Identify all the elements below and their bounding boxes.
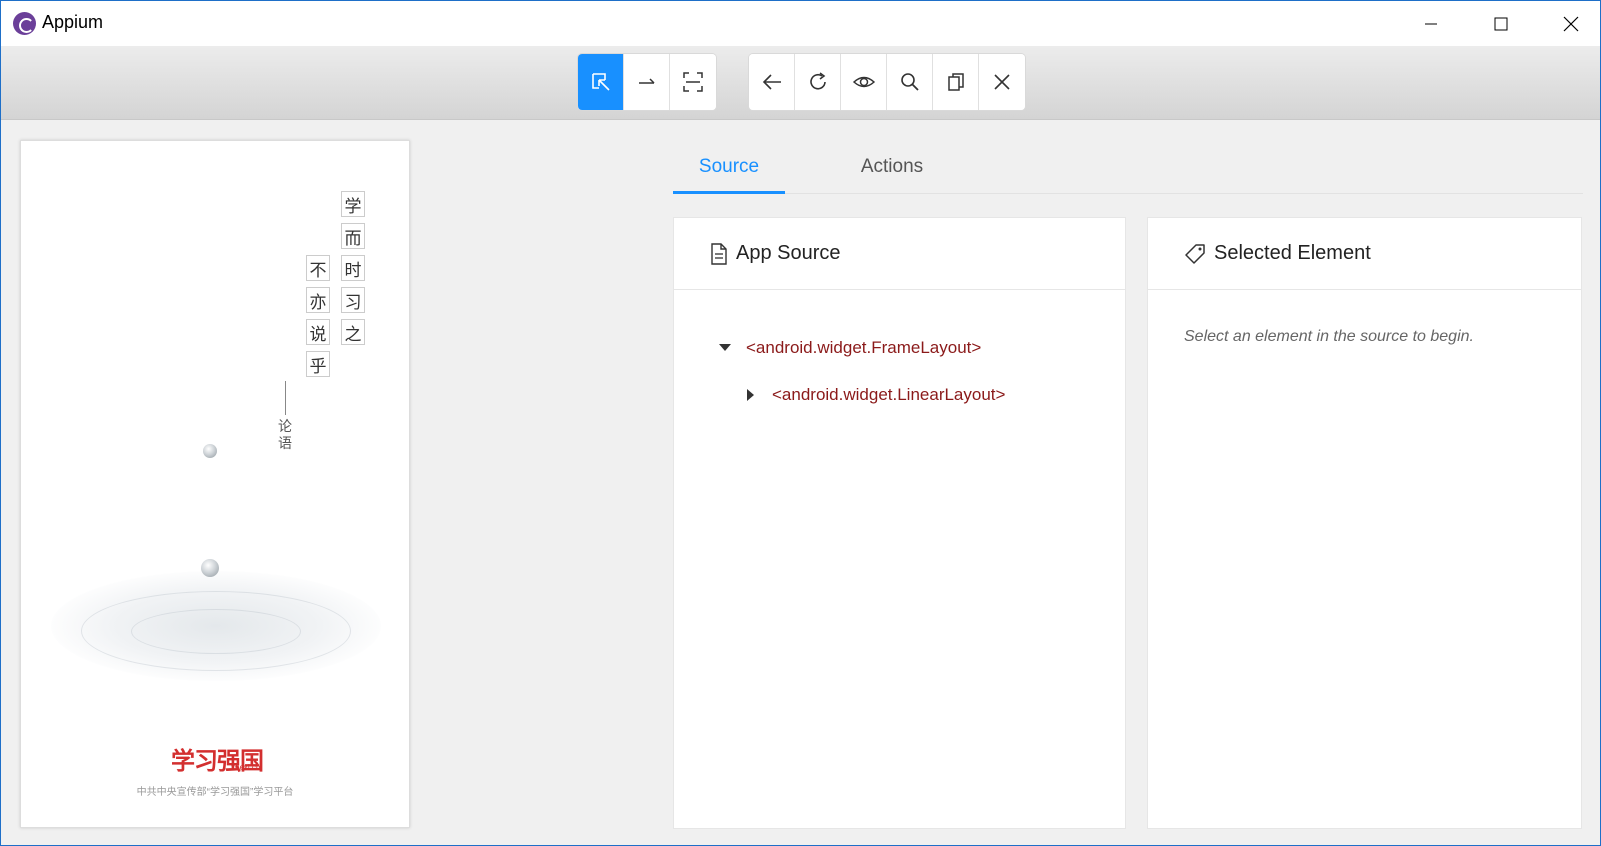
app-source-panel: App Source <android.widget.FrameLayout> …: [673, 217, 1126, 829]
water-drop-small: [203, 444, 217, 458]
tree-node-label[interactable]: <android.widget.LinearLayout>: [772, 385, 1005, 405]
tag-icon: [1184, 243, 1206, 265]
water-drop: [201, 559, 219, 577]
swipe-mode-button[interactable]: [624, 54, 670, 110]
refresh-icon: [809, 72, 826, 90]
minimize-button[interactable]: [1402, 1, 1460, 46]
selected-element-hint: Select an element in the source to begin…: [1184, 328, 1474, 345]
maximize-button[interactable]: [1472, 1, 1530, 46]
inspector-tabs: Source Actions: [673, 149, 1583, 194]
close-icon: [1563, 16, 1579, 31]
quote-char: 说: [306, 319, 330, 345]
select-elements-button[interactable]: [578, 54, 624, 110]
selected-element-panel: Selected Element Select an element in th…: [1147, 217, 1582, 829]
tap-coordinates-button[interactable]: [670, 54, 716, 110]
copy-xml-icon: [947, 73, 964, 91]
close-window-button[interactable]: [1542, 1, 1600, 46]
caret-down-icon[interactable]: [718, 341, 732, 355]
device-screenshot[interactable]: 学 而 时 习 之 不 亦 说 乎 论语 学习强国 xuexi.cn 中共中央宣…: [20, 140, 410, 828]
search-elements-button[interactable]: [887, 54, 933, 110]
quote-char: 而: [341, 223, 365, 249]
quote-char: 之: [341, 319, 365, 345]
app-source-title: App Source: [736, 242, 841, 264]
interaction-mode-group: [578, 54, 716, 110]
maximize-icon: [1494, 17, 1508, 30]
tree-node-label[interactable]: <android.widget.FrameLayout>: [746, 338, 981, 358]
selected-element-header: Selected Element: [1148, 218, 1581, 290]
minimize-icon: [1425, 23, 1437, 24]
file-text-icon: [710, 242, 728, 265]
caret-right-icon[interactable]: [744, 388, 758, 402]
inspector-toolbar: [1, 46, 1600, 120]
tree-node-linearlayout[interactable]: <android.widget.LinearLayout>: [744, 385, 1005, 405]
select-element-icon: [591, 73, 610, 91]
tab-actions[interactable]: Actions: [827, 149, 957, 194]
appium-logo-icon: [13, 12, 36, 35]
appium-window: Appium 学 而 时 习 之 不 亦 说 乎 论语 学习强国 xuexi.c…: [0, 0, 1601, 846]
title-bar: Appium: [1, 1, 1600, 46]
tree-node-framelayout[interactable]: <android.widget.FrameLayout>: [718, 338, 981, 358]
quote-char: 时: [341, 255, 365, 281]
quote-char: 亦: [306, 287, 330, 313]
selected-element-title: Selected Element: [1214, 242, 1371, 264]
quote-char: 习: [341, 287, 365, 313]
quote-dash: [285, 381, 286, 415]
swipe-icon: [638, 78, 655, 84]
eye-icon: [852, 76, 875, 88]
screenshot-footer: 中共中央宣传部“学习强国”学习平台: [136, 787, 294, 798]
water-ripple-ring: [131, 609, 301, 654]
quit-session-button[interactable]: [979, 54, 1025, 110]
quote-source: 论语: [278, 419, 292, 452]
copy-xml-button[interactable]: [933, 54, 979, 110]
refresh-button[interactable]: [795, 54, 841, 110]
xuexi-logo-url: xuexi.cn: [231, 763, 261, 772]
tap-coordinates-icon: [683, 72, 703, 92]
search-icon: [900, 73, 919, 91]
tab-source[interactable]: Source: [673, 149, 785, 194]
app-source-header: App Source: [674, 218, 1125, 290]
session-actions-group: [749, 54, 1025, 110]
window-title: Appium: [42, 12, 104, 32]
back-button[interactable]: [749, 54, 795, 110]
quote-char: 学: [341, 191, 365, 217]
back-arrow-icon: [762, 74, 781, 90]
quote-char: 不: [306, 255, 330, 281]
quote-char: 乎: [306, 351, 330, 377]
toggle-recording-button[interactable]: [841, 54, 887, 110]
close-session-icon: [994, 74, 1010, 90]
